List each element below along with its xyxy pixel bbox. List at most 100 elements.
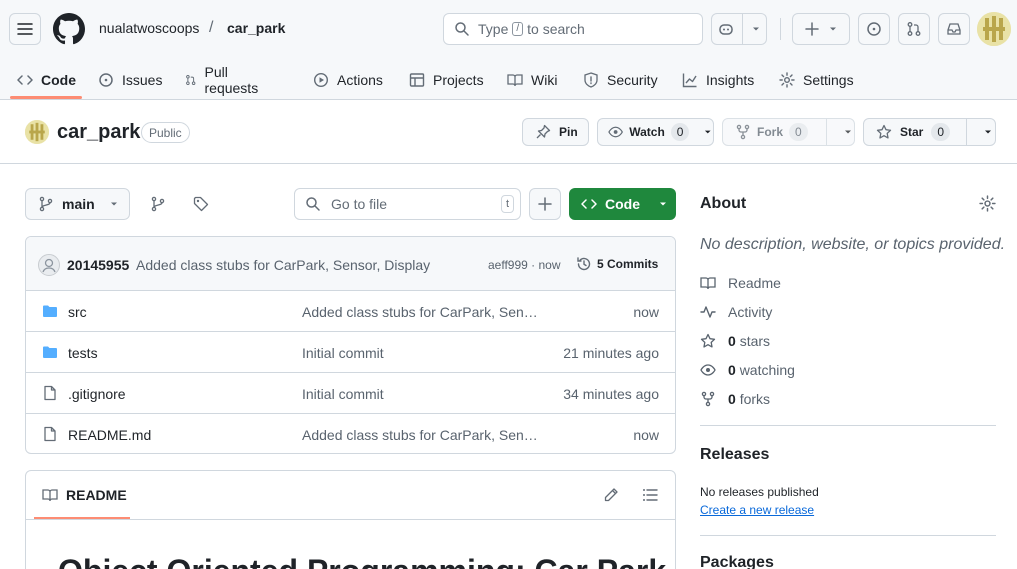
folder-icon — [43, 346, 57, 358]
forks-link[interactable]: 0 forks — [700, 391, 770, 407]
tab-issues[interactable]: Issues — [98, 60, 162, 100]
watching-link[interactable]: 0 watching — [700, 362, 795, 378]
tab-projects[interactable]: Projects — [409, 60, 484, 100]
create-new-button[interactable] — [792, 13, 850, 45]
file-name[interactable]: src — [68, 304, 87, 320]
gear-icon[interactable] — [979, 195, 996, 212]
pull-requests-button[interactable] — [898, 13, 930, 45]
branch-name: main — [62, 196, 95, 212]
forks-count: 0 — [728, 391, 736, 407]
branch-icon — [39, 196, 53, 212]
tab-label: Issues — [122, 72, 163, 88]
go-to-file-placeholder: Go to file — [331, 196, 388, 212]
github-logo-icon[interactable] — [53, 13, 85, 45]
create-release-link[interactable]: Create a new release — [700, 503, 814, 517]
plus-icon — [805, 22, 819, 36]
about-heading: About — [700, 195, 747, 212]
releases-heading[interactable]: Releases — [700, 446, 769, 464]
menu-button[interactable] — [9, 13, 41, 45]
search-icon — [306, 197, 320, 211]
code-dropdown-button[interactable]: Code — [569, 188, 676, 220]
pin-button[interactable]: Pin — [522, 118, 589, 146]
tab-wiki[interactable]: Wiki — [507, 60, 557, 100]
book-icon — [700, 277, 716, 290]
tab-pull-requests[interactable]: Pull requests — [185, 60, 263, 100]
readme-link[interactable]: Readme — [700, 275, 781, 291]
watch-button[interactable]: Watch 0 — [597, 118, 714, 146]
add-file-button[interactable] — [529, 188, 561, 220]
sidebar-divider — [700, 425, 996, 426]
readme-link-label: Readme — [728, 275, 781, 291]
tab-code[interactable]: Code — [17, 60, 76, 100]
chevron-down-icon — [985, 130, 992, 134]
packages-heading[interactable]: Packages — [700, 554, 774, 569]
file-name[interactable]: tests — [68, 345, 98, 361]
readme-header: README — [26, 471, 675, 520]
user-avatar[interactable] — [977, 12, 1011, 46]
commit-author-avatar[interactable] — [38, 254, 60, 276]
file-row[interactable]: tests Initial commit 21 minutes ago — [26, 332, 675, 373]
tab-actions[interactable]: Actions — [313, 60, 383, 100]
history-icon — [577, 257, 591, 271]
stars-link[interactable]: 0 stars — [700, 333, 770, 349]
tab-insights[interactable]: Insights — [682, 60, 754, 100]
search-input[interactable]: Type / to search — [443, 13, 703, 45]
repo-link[interactable]: car_park — [227, 20, 285, 36]
chevron-down-icon — [844, 130, 851, 134]
tab-label: Wiki — [531, 72, 558, 88]
readme-tab[interactable]: README — [42, 487, 127, 503]
file-commit-message[interactable]: Initial commit — [302, 345, 542, 361]
tab-label: Projects — [433, 72, 484, 88]
sidebar-divider — [700, 535, 996, 536]
code-icon — [17, 75, 33, 85]
chevron-down-icon — [660, 202, 666, 206]
commit-author[interactable]: 20145955 — [67, 257, 129, 273]
stars-label: stars — [739, 333, 771, 349]
issues-button[interactable] — [858, 13, 890, 45]
issue-icon — [99, 73, 113, 87]
file-commit-message[interactable]: Added class stubs for CarPark, Sensor, D… — [302, 427, 542, 443]
tab-security[interactable]: Security — [583, 60, 658, 100]
fork-button[interactable]: Fork 0 — [722, 118, 855, 146]
file-name[interactable]: README.md — [68, 427, 151, 443]
book-icon — [42, 489, 58, 502]
go-to-file-input[interactable]: Go to file t — [294, 188, 521, 220]
tag-icon[interactable] — [193, 196, 209, 212]
tab-settings[interactable]: Settings — [779, 60, 854, 100]
watch-count: 0 — [670, 123, 690, 141]
breadcrumb-separator: / — [209, 19, 214, 36]
star-icon — [700, 333, 716, 348]
file-row[interactable]: README.md Added class stubs for CarPark,… — [26, 414, 675, 453]
search-suffix: to search — [527, 21, 585, 37]
owner-link[interactable]: nualatwoscoops — [99, 20, 199, 36]
repo-owner-avatar — [25, 120, 49, 144]
tab-label: Insights — [706, 72, 755, 88]
pencil-icon[interactable] — [603, 487, 619, 503]
file-commit-message[interactable]: Added class stubs for CarPark, Sensor, D… — [302, 304, 542, 320]
search-icon — [455, 22, 469, 36]
releases-empty-text: No releases published — [700, 485, 819, 499]
pull-request-icon — [907, 22, 921, 36]
branch-selector[interactable]: main — [25, 188, 130, 220]
file-row[interactable]: .gitignore Initial commit 34 minutes ago — [26, 373, 675, 414]
outline-list-icon[interactable] — [642, 487, 658, 503]
file-row[interactable]: src Added class stubs for CarPark, Senso… — [26, 291, 675, 332]
file-commit-message[interactable]: Initial commit — [302, 386, 542, 402]
eye-icon — [700, 364, 716, 376]
tab-label: Security — [607, 72, 658, 88]
shield-icon — [584, 72, 598, 88]
commit-message[interactable]: Added class stubs for CarPark, Sensor, D… — [136, 257, 430, 273]
star-button[interactable]: Star 0 — [863, 118, 996, 146]
chevron-down-icon — [830, 27, 836, 31]
inbox-button[interactable] — [938, 13, 970, 45]
file-commit-time: now — [633, 427, 659, 443]
commit-hash-time[interactable]: aeff999 · now — [488, 258, 561, 272]
activity-link[interactable]: Activity — [700, 304, 772, 320]
branches-icon[interactable] — [150, 196, 166, 212]
commits-link[interactable]: 5 Commits — [576, 256, 658, 272]
repo-title[interactable]: car_park — [57, 121, 140, 144]
file-name[interactable]: .gitignore — [68, 386, 126, 402]
copilot-button[interactable] — [711, 13, 767, 45]
file-icon — [44, 426, 56, 442]
table-icon — [409, 73, 425, 87]
